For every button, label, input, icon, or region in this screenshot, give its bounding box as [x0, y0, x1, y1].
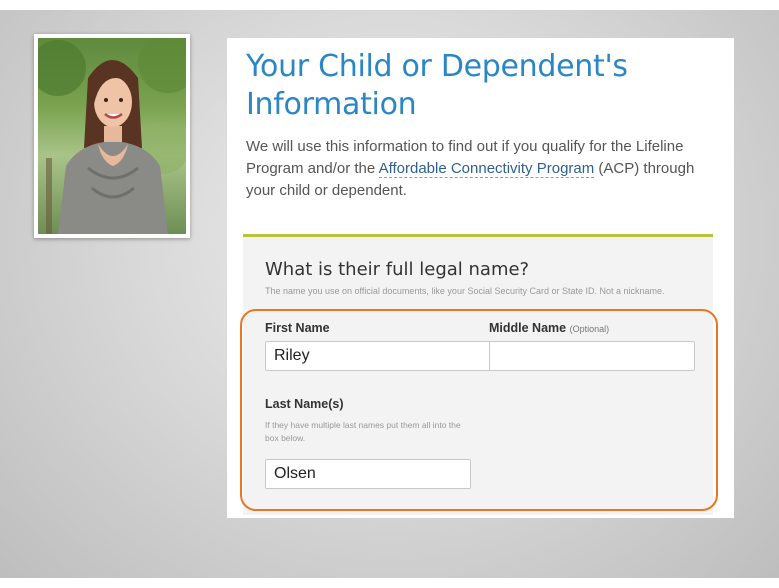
page-title: Your Child or Dependent's Information [246, 49, 628, 122]
question-title: What is their full legal name? [265, 259, 530, 280]
form-panel: Your Child or Dependent's Information We… [227, 38, 734, 518]
middle-name-field[interactable] [489, 341, 695, 371]
middle-name-label: Middle Name (Optional) [489, 321, 609, 335]
legal-name-card: What is their full legal name? The name … [243, 234, 713, 515]
presenter-photo-frame [34, 34, 190, 238]
last-name-help-text: If they have multiple last names put the… [265, 420, 461, 443]
last-name-label: Last Name(s) [265, 397, 344, 411]
bottom-strip [0, 578, 779, 588]
presenter-illustration [38, 38, 186, 234]
last-name-label-text: Last Name(s) [265, 397, 344, 411]
intro-text: We will use this information to find out… [246, 136, 722, 202]
middle-name-label-text: Middle Name [489, 321, 567, 335]
top-strip [0, 0, 779, 10]
first-name-label: First Name [265, 321, 330, 335]
acp-link[interactable]: Affordable Connectivity Program [378, 160, 595, 178]
presenter-photo [38, 38, 186, 234]
last-name-field[interactable]: Olsen [265, 459, 471, 489]
optional-tag: (Optional) [569, 324, 610, 334]
first-name-field[interactable]: Riley [265, 341, 493, 371]
question-help-text: The name you use on official documents, … [265, 286, 665, 296]
first-name-label-text: First Name [265, 321, 330, 335]
